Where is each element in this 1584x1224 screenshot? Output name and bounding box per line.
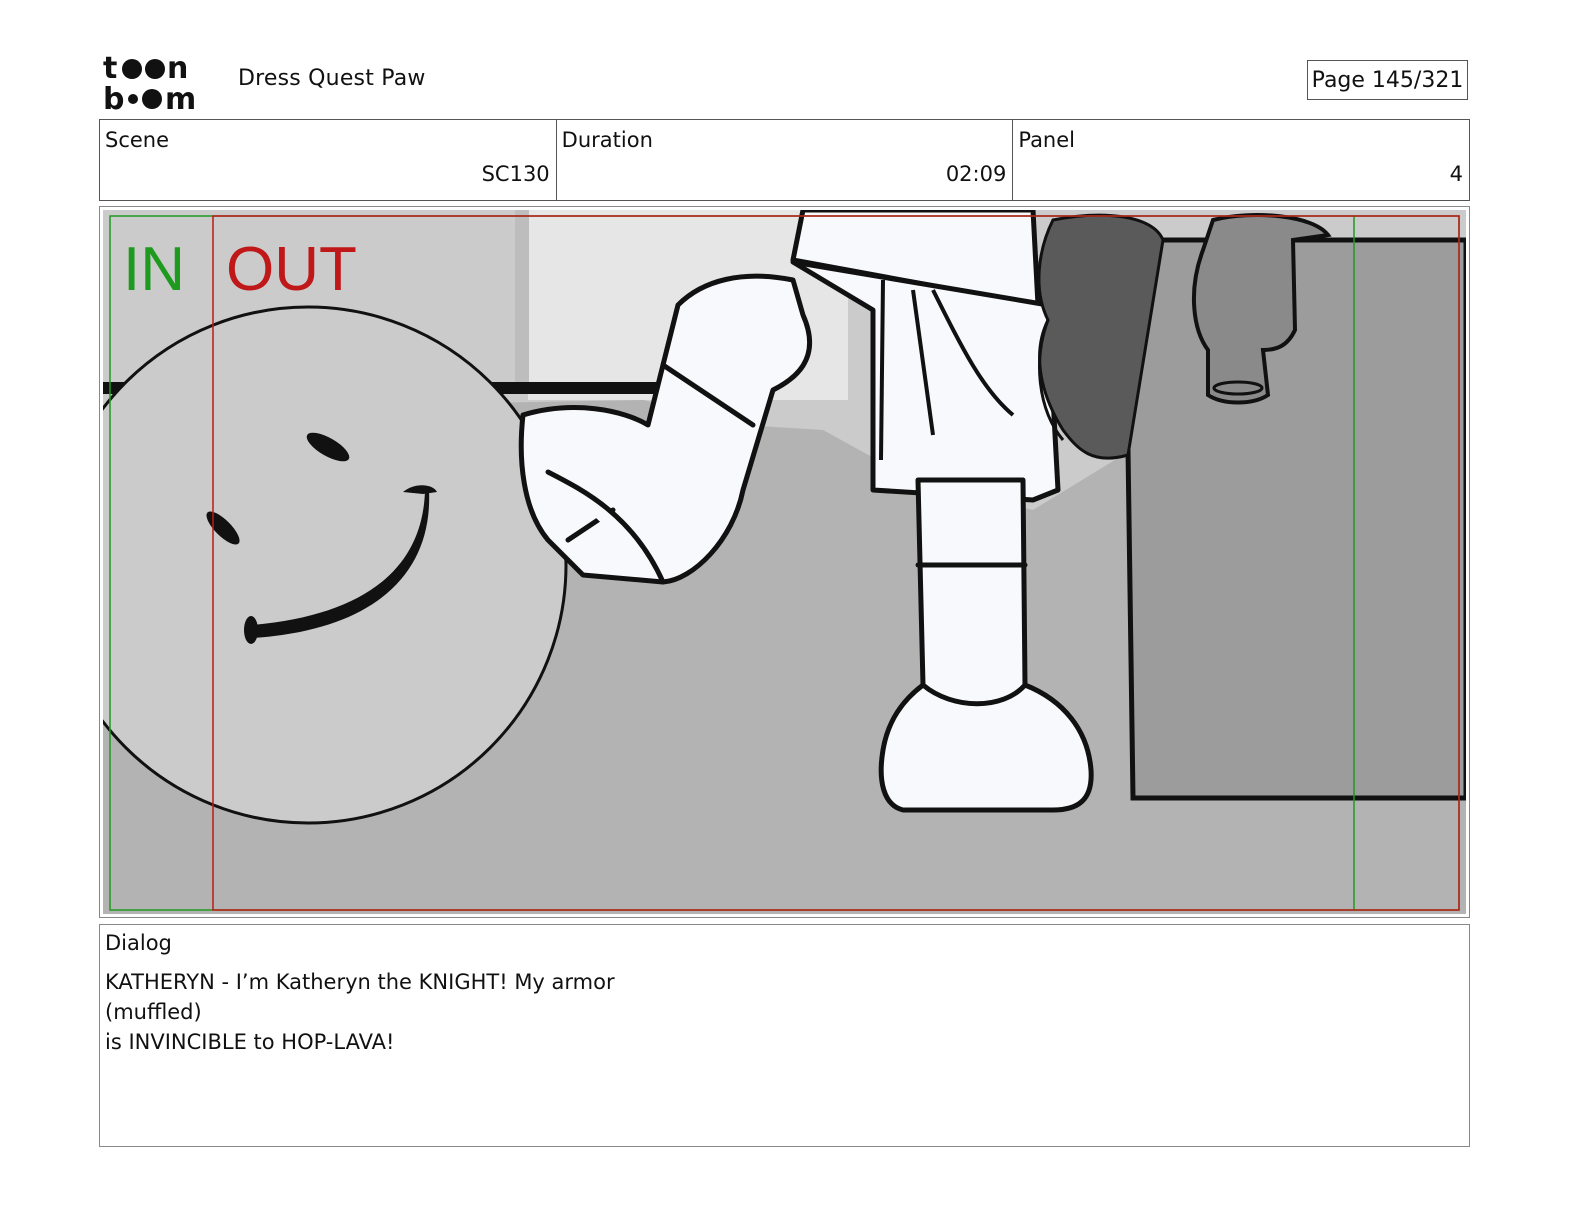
dialog-line: KATHERYN - I’m Katheryn the KNIGHT! My a… [105, 970, 615, 994]
storyboard-panel: IN OUT [99, 206, 1470, 918]
svg-text:n: n [167, 51, 188, 86]
dialog-label: Dialog [105, 931, 172, 955]
dialog-text: KATHERYN - I’m Katheryn the KNIGHT! My a… [105, 967, 615, 1057]
toonboom-logo-mark: t n b m [103, 51, 196, 112]
dialog-line: (muffled) [105, 1000, 202, 1024]
in-marker-label: IN [123, 235, 185, 304]
dialog-line: is INVINCIBLE to HOP-LAVA! [105, 1030, 395, 1054]
dialog-section: Dialog KATHERYN - I’m Katheryn the KNIGH… [99, 924, 1470, 1147]
panel-info-table: Scene SC130 Duration 02:09 Panel 4 [99, 119, 1470, 201]
panel-drawing: IN OUT [103, 210, 1466, 914]
page-indicator: Page 145/321 [1307, 60, 1468, 100]
panel-label: Panel [1018, 128, 1075, 152]
svg-text:m: m [165, 82, 196, 112]
scene-value: SC130 [481, 162, 550, 186]
scene-cell: Scene SC130 [100, 120, 557, 200]
duration-value: 02:09 [945, 162, 1007, 186]
svg-text:t: t [103, 51, 117, 86]
duration-cell: Duration 02:09 [557, 120, 1014, 200]
svg-text:b: b [103, 82, 124, 112]
panel-cell: Panel 4 [1013, 120, 1469, 200]
project-title: Dress Quest Paw [238, 66, 426, 91]
scene-label: Scene [105, 128, 170, 152]
toonboom-logo: t n b m [103, 50, 215, 112]
duration-label: Duration [561, 128, 653, 152]
out-marker-label: OUT [226, 235, 357, 304]
panel-value: 4 [1449, 162, 1464, 186]
